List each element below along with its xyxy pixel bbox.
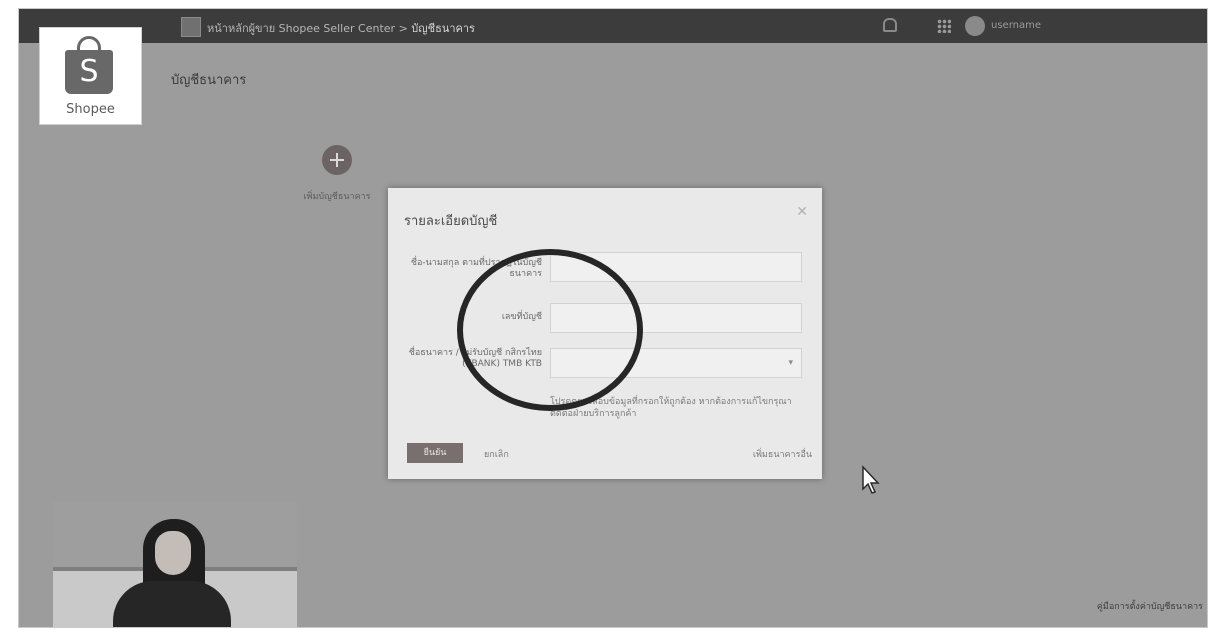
page-title: บัญชีธนาคาร [171,73,247,88]
chevron-down-icon: ▾ [788,358,793,368]
breadcrumb-parent[interactable]: หน้าหลักผู้ขาย Shopee Seller Center [207,22,395,35]
grid-icon[interactable] [937,19,951,33]
add-bank-label: เพิ่มบัญชีธนาคาร [303,192,371,202]
avatar[interactable] [965,16,985,36]
submit-button[interactable]: ยืนยัน [407,443,463,463]
bank-setup-guide-link[interactable]: คู่มือการตั้งค่าบัญชีธนาคาร [1097,599,1203,613]
top-navigation-bar: หน้าหลักผู้ขาย Shopee Seller Center > บั… [19,9,1207,43]
webcam-overlay [53,501,297,627]
dialog-title: รายละเอียดบัญชี [404,214,498,229]
home-icon[interactable] [181,17,201,37]
shopee-logo: S Shopee [39,27,142,125]
mouse-cursor-icon [862,465,880,494]
breadcrumb: หน้าหลักผู้ขาย Shopee Seller Center > บั… [207,19,475,37]
logo-wordmark: Shopee [66,102,115,117]
presenter-face [155,531,191,575]
plus-circle-icon[interactable] [322,145,352,175]
username[interactable]: username [991,20,1041,31]
breadcrumb-current: บัญชีธนาคาร [411,22,475,35]
bell-icon[interactable] [883,18,897,32]
screen-frame: หน้าหลักผู้ขาย Shopee Seller Center > บั… [18,8,1208,628]
presenter-body [113,581,231,627]
close-icon[interactable]: ✕ [796,204,808,220]
breadcrumb-separator: > [398,22,408,35]
circle-annotation [457,249,643,411]
cancel-button[interactable]: ยกเลิก [484,447,509,461]
add-bank-account-button[interactable]: เพิ่มบัญชีธนาคาร [297,145,377,203]
add-other-bank-link[interactable]: เพิ่มธนาคารอื่น [753,447,812,461]
shopping-bag-icon: S [65,50,113,94]
